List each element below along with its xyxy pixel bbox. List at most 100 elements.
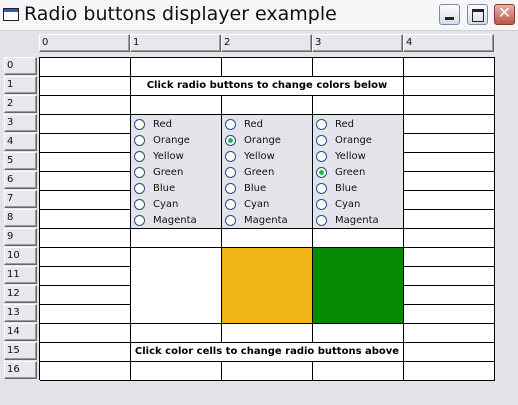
row-header-5[interactable]: 5 [4,152,37,170]
radio-button-icon[interactable] [316,167,327,178]
grid-cell[interactable] [40,362,131,381]
grid-cell[interactable] [404,172,495,191]
radio-option-yellow[interactable]: Yellow [225,150,311,166]
grid-cell[interactable] [40,96,131,115]
radio-option-orange[interactable]: Orange [225,134,311,150]
grid-cell[interactable] [313,229,404,248]
radio-option-blue[interactable]: Blue [316,182,402,198]
grid-cell[interactable] [222,362,313,381]
radio-button-icon[interactable] [316,215,327,226]
radio-option-green[interactable]: Green [134,166,220,182]
radio-option-yellow[interactable]: Yellow [134,150,220,166]
radio-button-icon[interactable] [134,151,145,162]
radio-button-icon[interactable] [225,215,236,226]
grid-cell[interactable] [40,134,131,153]
color-cell-2[interactable] [222,248,313,324]
grid-cell[interactable] [40,286,131,305]
radio-button-icon[interactable] [134,135,145,146]
radio-button-icon[interactable] [225,151,236,162]
radio-option-cyan[interactable]: Cyan [316,198,402,214]
radio-button-icon[interactable] [225,167,236,178]
radio-button-icon[interactable] [316,151,327,162]
grid-cell[interactable] [404,58,495,77]
radio-option-cyan[interactable]: Cyan [225,198,311,214]
grid-cell[interactable] [131,362,222,381]
minimize-button[interactable] [439,4,460,25]
grid-cell[interactable] [404,153,495,172]
close-button[interactable]: ✕ [494,3,515,25]
radio-option-blue[interactable]: Blue [225,182,311,198]
radio-option-magenta[interactable]: Magenta [316,214,402,230]
radio-option-green[interactable]: Green [225,166,311,182]
row-header-2[interactable]: 2 [4,95,37,113]
column-header-0[interactable]: 0 [39,34,130,52]
grid-cell[interactable] [404,343,495,362]
row-header-4[interactable]: 4 [4,133,37,151]
radio-button-icon[interactable] [134,215,145,226]
row-header-0[interactable]: 0 [4,57,37,75]
radio-option-orange[interactable]: Orange [316,134,402,150]
grid-cell[interactable] [404,248,495,267]
row-header-11[interactable]: 11 [4,266,37,284]
grid-cell[interactable] [40,267,131,286]
row-header-1[interactable]: 1 [4,76,37,94]
grid-cell[interactable] [404,210,495,229]
radio-option-orange[interactable]: Orange [134,134,220,150]
grid-cell[interactable] [40,58,131,77]
grid-cell[interactable] [313,324,404,343]
grid-cell[interactable] [404,305,495,324]
grid-cell[interactable] [404,134,495,153]
radio-button-icon[interactable] [316,135,327,146]
grid-cell[interactable] [404,324,495,343]
radio-option-red[interactable]: Red [225,118,311,134]
radio-option-blue[interactable]: Blue [134,182,220,198]
radio-option-yellow[interactable]: Yellow [316,150,402,166]
grid-cell[interactable] [40,248,131,267]
radio-button-icon[interactable] [134,119,145,130]
row-header-15[interactable]: 15 [4,342,37,360]
row-header-13[interactable]: 13 [4,304,37,322]
radio-button-icon[interactable] [225,119,236,130]
maximize-button[interactable] [467,4,488,25]
grid-cell[interactable] [222,58,313,77]
grid-cell[interactable] [404,286,495,305]
grid-cell[interactable] [40,210,131,229]
radio-option-red[interactable]: Red [316,118,402,134]
grid-cell[interactable] [131,229,222,248]
grid-cell[interactable] [404,96,495,115]
column-header-2[interactable]: 2 [221,34,312,52]
grid-cell[interactable] [404,115,495,134]
row-header-7[interactable]: 7 [4,190,37,208]
row-header-6[interactable]: 6 [4,171,37,189]
color-cell-3[interactable] [313,248,404,324]
radio-option-red[interactable]: Red [134,118,220,134]
grid-cell[interactable] [40,229,131,248]
grid-cell[interactable] [131,324,222,343]
radio-option-magenta[interactable]: Magenta [134,214,220,230]
radio-button-icon[interactable] [316,119,327,130]
color-cell-1[interactable] [131,248,222,324]
radio-button-icon[interactable] [134,183,145,194]
grid-cell[interactable] [222,324,313,343]
radio-button-icon[interactable] [134,167,145,178]
grid-cell[interactable] [404,267,495,286]
row-header-10[interactable]: 10 [4,247,37,265]
row-header-16[interactable]: 16 [4,361,37,379]
radio-option-cyan[interactable]: Cyan [134,198,220,214]
radio-button-icon[interactable] [134,199,145,210]
radio-button-icon[interactable] [316,183,327,194]
grid-cell[interactable] [40,191,131,210]
radio-button-icon[interactable] [225,199,236,210]
radio-button-icon[interactable] [225,135,236,146]
grid-cell[interactable] [40,343,131,362]
grid-cell[interactable] [313,96,404,115]
grid-cell[interactable] [313,362,404,381]
radio-button-icon[interactable] [316,199,327,210]
grid-cell[interactable] [40,305,131,324]
grid-cell[interactable] [40,324,131,343]
grid-cell[interactable] [222,229,313,248]
row-header-8[interactable]: 8 [4,209,37,227]
grid-cell[interactable] [40,115,131,134]
grid-cell[interactable] [131,58,222,77]
grid-cell[interactable] [313,58,404,77]
